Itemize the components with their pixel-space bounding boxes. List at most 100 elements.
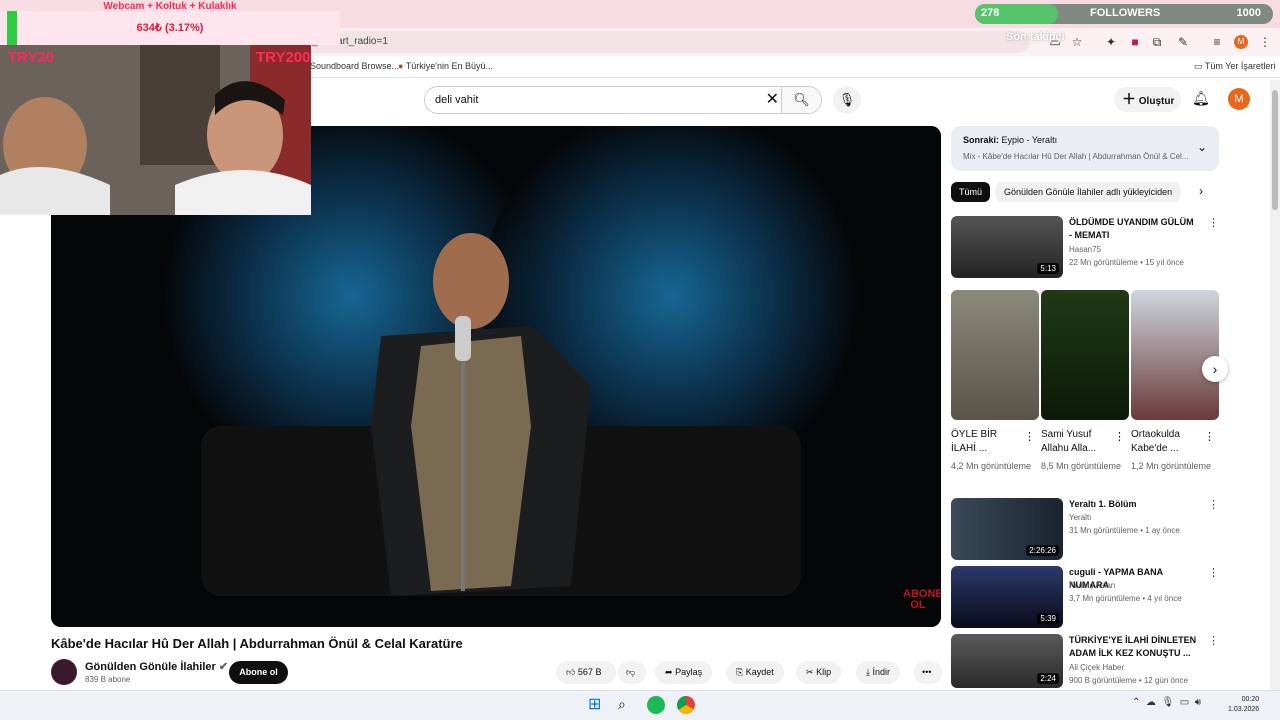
short-title[interactable]: ÖYLE BİR İLAHİ ...	[951, 428, 1021, 456]
short-views: 8,5 Mn görüntüleme	[1041, 461, 1122, 471]
star-icon[interactable]: ☆	[1070, 35, 1084, 49]
bookmark-label: Türkiye'nin En Büyü...	[405, 61, 494, 71]
followers-goal: 1000	[1236, 7, 1261, 19]
all-bookmarks[interactable]: ▭ Tüm Yer İşaretleri	[1194, 61, 1275, 72]
subscribe-button[interactable]: Abone ol	[229, 661, 288, 684]
more-vert-icon[interactable]: ⋮	[1208, 498, 1219, 511]
menu-icon[interactable]: ⋮	[1258, 35, 1272, 49]
more-vert-icon[interactable]: ⋮	[1208, 634, 1219, 647]
windows-start-icon[interactable]: ⊞	[588, 696, 606, 714]
search-taskbar-icon[interactable]: ⌕	[618, 696, 636, 714]
more-vert-icon[interactable]: ⋮	[1208, 566, 1219, 579]
chevron-down-icon[interactable]: ⌄	[1197, 140, 1207, 154]
up-next-panel[interactable]: Sonraki: Eypio - Yeraltı Mix - Kâbe'de H…	[951, 126, 1219, 171]
up-next-prefix: Sonraki:	[963, 135, 1000, 145]
plus-icon: ＋	[1122, 91, 1136, 107]
bookmark-icon: ⎘	[736, 667, 744, 677]
puzzle-icon[interactable]: ✎	[1176, 35, 1190, 49]
related-channel[interactable]: Yeraltı	[1069, 513, 1091, 522]
webcam-overlay: TRY20 TRY20000	[0, 45, 311, 215]
related-channel[interactable]: Ali Çiçek Haber	[1069, 663, 1124, 672]
save-button[interactable]: ⎘ Kaydet	[726, 661, 784, 684]
windows-taskbar	[0, 690, 1280, 720]
video-duration: 5:13	[1037, 263, 1059, 274]
chevron-right-icon[interactable]: ›	[1199, 184, 1203, 198]
followers-label: FOLLOWERS	[1090, 7, 1161, 19]
related-channel[interactable]: Hasan75	[1069, 245, 1101, 254]
related-title[interactable]: Yeraltı 1. Bölüm	[1069, 498, 1199, 511]
search-input[interactable]: deli vahit ✕ 🔍︎	[424, 86, 822, 114]
shorts-next-chevron-icon[interactable]: ›	[1202, 356, 1228, 382]
notifications-bell-icon[interactable]: 🔔︎	[1192, 90, 1210, 107]
short-views: 1,2 Mn görüntüleme	[1131, 461, 1212, 471]
short-item[interactable]: ÖYLE BİR İLAHİ ... 4,2 Mn görüntüleme ⋮	[951, 290, 1039, 473]
video-thumbnail[interactable]: 2:26:26	[951, 498, 1063, 560]
create-button[interactable]: ＋ Oluştur	[1114, 87, 1181, 112]
chrome-icon[interactable]	[677, 696, 695, 714]
more-actions-button[interactable]: •••	[914, 661, 942, 684]
tray-icons[interactable]: ⌃ ☁ 🎙︎ ▭ 🔊︎	[1132, 697, 1201, 708]
short-title[interactable]: Ortaokulda Kabe'de ...	[1131, 428, 1201, 456]
extension-icon-2[interactable]: ■	[1128, 35, 1142, 49]
followers-current: 278	[981, 7, 1000, 19]
short-item[interactable]: Sami Yusuf Allahu Alla... 8,5 Mn görüntü…	[1041, 290, 1129, 473]
clear-search-icon[interactable]: ✕	[766, 87, 779, 113]
thumbs-down-icon: 👎︎	[626, 667, 636, 677]
extension-icon-3[interactable]: ⧉	[1150, 35, 1164, 49]
more-vert-icon[interactable]: ⋮	[1024, 430, 1035, 443]
bookmark-item[interactable]: ● Türkiye'nin En Büyü...	[398, 61, 493, 71]
spotify-icon[interactable]	[647, 696, 665, 714]
save-label: Kaydet	[745, 667, 774, 677]
profile-icon[interactable]: M	[1234, 35, 1248, 49]
share-button[interactable]: ➦ Paylaş	[655, 661, 713, 684]
dislike-button[interactable]: 👎︎	[618, 661, 646, 684]
short-thumbnail[interactable]	[1131, 290, 1219, 420]
left-tag: TRY20	[8, 49, 55, 66]
video-thumbnail[interactable]: 5:13	[951, 216, 1063, 278]
related-meta: 3,7 Mn görüntüleme • 4 yıl önce	[1069, 594, 1182, 603]
related-title[interactable]: TÜRKİYE'YE İLAHİ DİNLETEN ADAM İLK KEZ K…	[1069, 634, 1199, 660]
more-vert-icon[interactable]: ⋮	[1204, 430, 1215, 443]
video-thumbnail[interactable]: 2:24	[951, 634, 1063, 688]
more-vert-icon[interactable]: ⋮	[1208, 216, 1219, 229]
clip-label: Klip	[816, 667, 832, 677]
search-value: deli vahit	[435, 94, 479, 106]
scrollbar[interactable]	[1270, 80, 1280, 690]
download-label: İndir	[872, 667, 891, 677]
channel-name[interactable]: Gönülden Gönüle İlahiler ✔	[85, 660, 228, 673]
taskbar-clock[interactable]: 00:20 1.03.2026	[1228, 695, 1259, 715]
bookmark-item[interactable]: Soundboard Browse...	[310, 61, 399, 71]
clock-time: 00:20	[1241, 696, 1260, 703]
search-icon[interactable]: 🔍︎	[781, 87, 821, 113]
goal-title: Webcam + Koltuk + Kulaklık	[103, 1, 237, 12]
clock-date: 1.03.2026	[1228, 706, 1260, 713]
short-item[interactable]: Ortaokulda Kabe'de ... 1,2 Mn görüntülem…	[1131, 290, 1219, 473]
clip-button[interactable]: ✂ Klip	[796, 661, 842, 684]
short-title[interactable]: Sami Yusuf Allahu Alla...	[1041, 428, 1111, 456]
short-thumbnail[interactable]	[1041, 290, 1129, 420]
video-thumbnail[interactable]: 5:39	[951, 566, 1063, 628]
related-meta: 31 Mn görüntüleme • 1 ay önce	[1069, 526, 1180, 535]
chip-uploader[interactable]: Gönülden Gönüle İlahiler adlı yükleyicid…	[996, 182, 1181, 202]
related-title[interactable]: ÖLDÜMDE UYANDIM GÜLÜM - MEMATI	[1069, 216, 1199, 242]
channel-name-text: Gönülden Gönüle İlahiler	[85, 661, 216, 673]
abone-ol-watermark[interactable]: ABONE OL	[903, 589, 941, 611]
share-icon: ➦	[665, 667, 673, 677]
tab-search-icon[interactable]: ≡	[1210, 35, 1224, 49]
address-bar[interactable]: _k&start_radio=1	[300, 31, 1030, 53]
more-vert-icon[interactable]: ⋮	[1114, 430, 1125, 443]
scrollbar-thumb[interactable]	[1272, 90, 1278, 210]
short-thumbnail[interactable]	[951, 290, 1039, 420]
extension-icon[interactable]: ✦	[1104, 35, 1118, 49]
microphone-icon[interactable]: 🎙︎	[833, 86, 861, 114]
folder-icon: ▭	[1194, 61, 1203, 71]
chip-all[interactable]: Tümü	[951, 182, 991, 202]
avatar[interactable]: M	[1228, 88, 1250, 110]
thumbs-up-icon: 👍︎	[566, 667, 576, 677]
channel-avatar[interactable]	[51, 659, 77, 685]
webcam-feed	[0, 45, 311, 215]
like-button[interactable]: 👍︎ 567 B	[556, 661, 616, 684]
download-button[interactable]: ⤓ İndir	[856, 661, 901, 684]
related-channel[interactable]: Kıvanç Aslan	[1069, 581, 1115, 590]
download-icon: ⤓	[866, 667, 870, 677]
